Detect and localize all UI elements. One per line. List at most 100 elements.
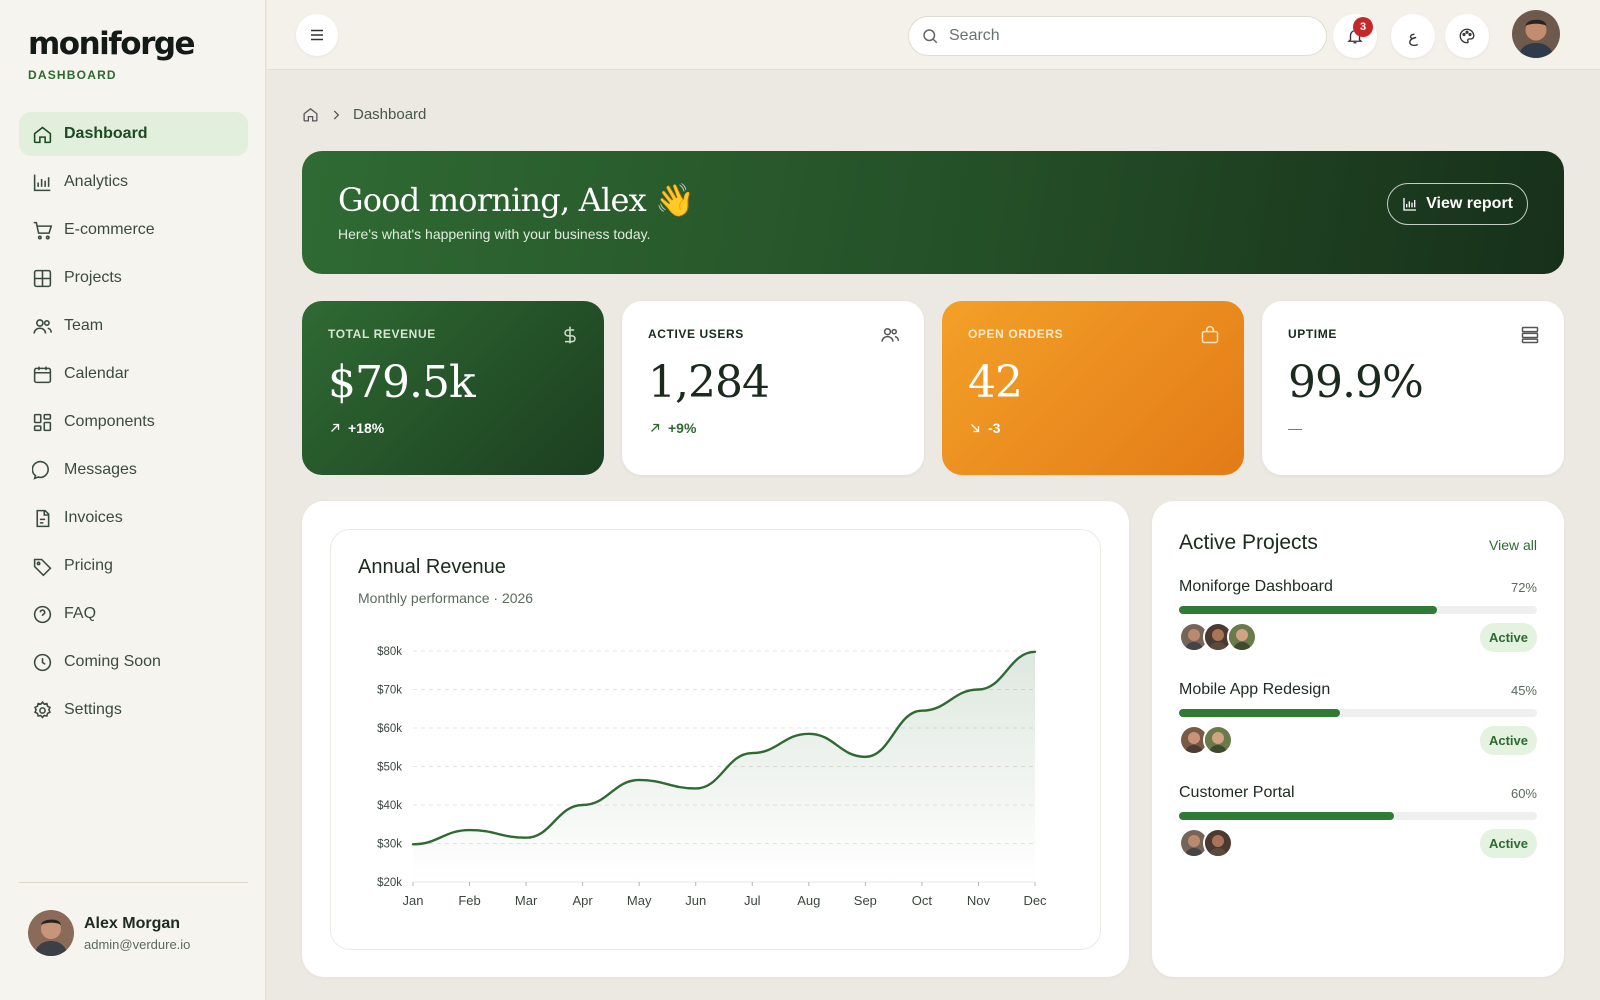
project-item[interactable]: Mobile App Redesign 45% Active [1179,681,1537,755]
progress-fill [1179,709,1341,717]
help-icon [33,605,52,623]
calendar-icon [33,366,52,383]
data-point-feb[interactable] [464,824,476,836]
y-tick-label: $20k [377,877,402,889]
data-point-jun[interactable] [690,782,702,794]
sidebar-item-label: Settings [64,701,122,718]
sidebar-item-team[interactable]: Team [19,304,248,348]
stat-card-uptime: UPTIME 99.9% — [1262,301,1564,475]
sidebar-item-label: FAQ [64,605,97,622]
account-avatar[interactable] [1512,10,1560,58]
x-tick-label: Apr [573,893,594,908]
sidebar-item-components[interactable]: Components [19,400,248,444]
member-avatars [1179,725,1233,755]
data-point-jul[interactable] [746,747,758,759]
data-point-mar[interactable] [520,832,532,844]
sidebar-item-pricing[interactable]: Pricing [19,544,248,588]
bar-chart-icon [33,174,51,191]
project-item[interactable]: Moniforge Dashboard 72% Active [1179,578,1537,652]
y-tick-label: $30k [377,839,402,851]
progress-track [1179,606,1537,614]
stat-card-open-orders: OPEN ORDERS 42 -3 [942,301,1244,475]
sidebar-item-label: Messages [64,461,137,478]
server-icon [1521,326,1539,344]
hamburger-icon [311,29,323,41]
sidebar-item-coming-soon[interactable]: Coming Soon [19,640,248,684]
dollar-icon [564,326,576,344]
status-badge: Active [1479,725,1537,755]
stat-label: ACTIVE USERS [648,327,744,341]
data-point-dec[interactable] [1029,646,1041,658]
home-icon[interactable] [302,106,319,123]
y-tick-label: $70k [377,685,402,697]
project-name: Moniforge Dashboard [1179,578,1333,595]
sidebar-item-dashboard[interactable]: Dashboard [19,112,248,156]
greeting-title: Good morning, Alex 👋 [338,181,695,219]
progress-track [1179,812,1537,820]
data-point-nov[interactable] [972,684,984,696]
x-tick-label: Jan [403,893,424,908]
search-bar[interactable] [908,16,1327,56]
status-badge: Active [1479,828,1537,858]
project-name: Mobile App Redesign [1179,681,1331,698]
theme-button[interactable] [1445,14,1489,58]
clock-icon [33,653,52,671]
sidebar-item-faq[interactable]: FAQ [19,592,248,636]
tag-icon [33,558,52,576]
avatar [1203,828,1233,858]
sidebar-divider [19,882,248,883]
stat-delta-text: -3 [988,420,1001,436]
data-point-may[interactable] [633,774,645,786]
welcome-banner: Good morning, Alex 👋 Here's what's happe… [302,151,1564,274]
avatar [28,910,74,956]
user-name: Alex Morgan [84,914,181,932]
data-point-aug[interactable] [803,728,815,740]
notifications-button[interactable]: 3 [1333,14,1377,58]
arrow-up-right-icon [651,423,660,432]
sidebar-item-invoices[interactable]: Invoices [19,496,248,540]
view-all-link[interactable]: View all [1489,537,1537,553]
y-tick-label: $40k [377,800,402,812]
sidebar-item-label: Analytics [64,173,129,190]
avatar [1227,622,1257,652]
stat-label: UPTIME [1288,327,1337,341]
data-point-oct[interactable] [916,705,928,717]
menu-toggle-button[interactable] [296,14,338,56]
x-tick-label: Nov [967,893,991,908]
member-avatars [1179,828,1233,858]
search-input[interactable] [949,27,1309,45]
sidebar-item-label: Dashboard [64,125,148,142]
arrow-up-right-icon [331,423,340,432]
view-report-button[interactable]: View report [1387,183,1528,225]
language-button[interactable]: ع [1391,14,1435,58]
chevron-right-icon [333,109,340,120]
x-tick-label: May [627,893,652,908]
data-point-jan[interactable] [407,838,419,850]
y-tick-label: $60k [377,723,402,735]
user-profile[interactable]: Alex Morgan admin@verdure.io [28,910,190,956]
sidebar-item-analytics[interactable]: Analytics [19,160,248,204]
brand-logo[interactable]: moniforge DASHBOARD [28,26,196,82]
sidebar-item-settings[interactable]: Settings [19,688,248,732]
arrow-down-right-icon [971,424,980,433]
sidebar-item-label: Pricing [64,557,113,574]
data-point-sep[interactable] [859,751,871,763]
topbar: 3 ع [267,0,1600,70]
sidebar-item-calendar[interactable]: Calendar [19,352,248,396]
revenue-area-fill [413,651,1035,882]
sidebar-nav: Dashboard Analytics E-commerce Projects … [19,112,248,736]
data-point-apr[interactable] [577,799,589,811]
active-projects-panel: Active Projects View all Moniforge Dashb… [1152,501,1564,977]
stat-delta-text: +18% [348,420,385,436]
bar-chart-icon [1403,198,1417,211]
project-item[interactable]: Customer Portal 60% Active [1179,784,1537,858]
stat-delta: -3 [968,420,1218,436]
sidebar-item-projects[interactable]: Projects [19,256,248,300]
stat-label: OPEN ORDERS [968,327,1064,341]
x-tick-label: Sep [854,893,877,908]
sidebar-item-ecommerce[interactable]: E-commerce [19,208,248,252]
language-glyph: ع [1408,26,1418,46]
stat-card-active-users: ACTIVE USERS 1,284 +9% [622,301,924,475]
progress-fill [1179,606,1437,614]
sidebar-item-messages[interactable]: Messages [19,448,248,492]
